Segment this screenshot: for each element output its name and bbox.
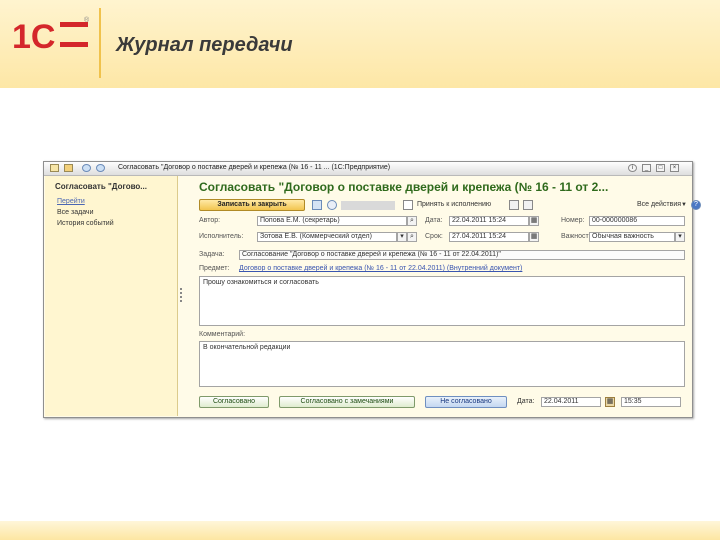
info-icon[interactable]: i <box>628 164 637 172</box>
task-description: Прошу ознакомиться и согласовать <box>199 276 685 326</box>
subject-link[interactable]: Договор о поставке дверей и крепежа (№ 1… <box>239 265 522 272</box>
sidebar: Согласовать "Догово... Перейти Все задач… <box>45 176 178 416</box>
accept-execution-button[interactable]: Принять к исполнению <box>417 201 491 208</box>
not-agreed-button[interactable]: Не согласовано <box>425 396 507 408</box>
result-time-field[interactable]: 15:35 <box>621 397 681 407</box>
sidebar-item-event-history[interactable]: История событий <box>57 220 114 227</box>
task-label: Задача: <box>199 251 225 258</box>
sidebar-item-all-tasks[interactable]: Все задачи <box>57 209 94 216</box>
reference-icon[interactable] <box>327 200 337 210</box>
calendar-icon[interactable]: ▦ <box>605 397 615 407</box>
window-title: Согласовать "Договор о поставке дверей и… <box>118 164 391 171</box>
agreed-with-remarks-button[interactable]: Согласовано с замечаниями <box>279 396 415 408</box>
date-calendar-icon[interactable]: ▦ <box>529 216 539 226</box>
number-field[interactable]: 00-000000086 <box>589 216 685 226</box>
comment-textarea[interactable]: В окончательной редакции <box>199 341 685 387</box>
page-title: Журнал передачи <box>116 34 293 56</box>
form-title: Согласовать "Договор о поставке дверей и… <box>199 180 609 194</box>
executor-search-icon[interactable]: ⌕ <box>407 232 417 242</box>
subject-label: Предмет: <box>199 265 230 272</box>
deadline-calendar-icon[interactable]: ▦ <box>529 232 539 242</box>
window-titlebar: Согласовать "Договор о поставке дверей и… <box>44 162 692 176</box>
executor-dropdown-icon[interactable]: ▾ <box>397 232 407 242</box>
deadline-label: Срок: <box>425 233 443 240</box>
minimize-icon[interactable]: _ <box>642 164 651 172</box>
importance-select[interactable]: Обычная важность <box>589 232 675 242</box>
date-field[interactable]: 22.04.2011 15:24 <box>449 216 529 226</box>
importance-dropdown-icon[interactable]: ▾ <box>675 232 685 242</box>
result-date-label: Дата: <box>517 398 535 405</box>
1c-logo: 1С ® <box>12 16 90 56</box>
agreed-button[interactable]: Согласовано <box>199 396 269 408</box>
favorites-icon[interactable] <box>64 164 73 172</box>
comment-label: Комментарий: <box>199 331 246 338</box>
list-icon[interactable] <box>312 200 322 210</box>
sidebar-item-go[interactable]: Перейти <box>57 198 85 205</box>
save-close-button[interactable]: Записать и закрыть <box>199 199 305 211</box>
executor-field[interactable]: Зотова Е.В. (Коммерческий отдел) <box>257 232 397 242</box>
author-field[interactable]: Попова Е.М. (секретарь) <box>257 216 407 226</box>
task-field[interactable]: Согласование "Договор о поставке дверей … <box>239 250 685 260</box>
all-actions-menu[interactable]: Все действия <box>637 201 681 208</box>
app-window: Согласовать "Договор о поставке дверей и… <box>43 161 701 418</box>
toolbar-blurred-label <box>341 201 395 210</box>
forward-icon[interactable] <box>96 164 105 172</box>
author-search-icon[interactable]: ⌕ <box>407 216 417 226</box>
date-label: Дата: <box>425 217 443 224</box>
attach-icon[interactable] <box>523 200 533 210</box>
task-icon[interactable] <box>509 200 519 210</box>
chevron-down-icon: ▼ <box>681 202 687 208</box>
executor-label: Исполнитель: <box>199 233 244 240</box>
deadline-field[interactable]: 27.04.2011 15:24 <box>449 232 529 242</box>
panel-splitter[interactable] <box>180 288 184 302</box>
back-icon[interactable] <box>82 164 91 172</box>
restore-icon[interactable]: □ <box>656 164 665 172</box>
author-label: Автор: <box>199 217 221 224</box>
slide-header: 1С ® Журнал передачи <box>0 0 720 88</box>
app-menu-icon[interactable] <box>50 164 59 172</box>
svg-text:®: ® <box>84 16 90 24</box>
slide-footer <box>0 521 720 540</box>
help-icon[interactable]: ? <box>691 200 701 210</box>
header-divider <box>99 8 101 78</box>
svg-text:1С: 1С <box>12 18 55 56</box>
sidebar-title: Согласовать "Догово... <box>55 182 147 191</box>
close-icon[interactable]: × <box>670 164 679 172</box>
checkbox-icon[interactable] <box>403 200 413 210</box>
result-date-field[interactable]: 22.04.2011 <box>541 397 601 407</box>
number-label: Номер: <box>561 217 585 224</box>
